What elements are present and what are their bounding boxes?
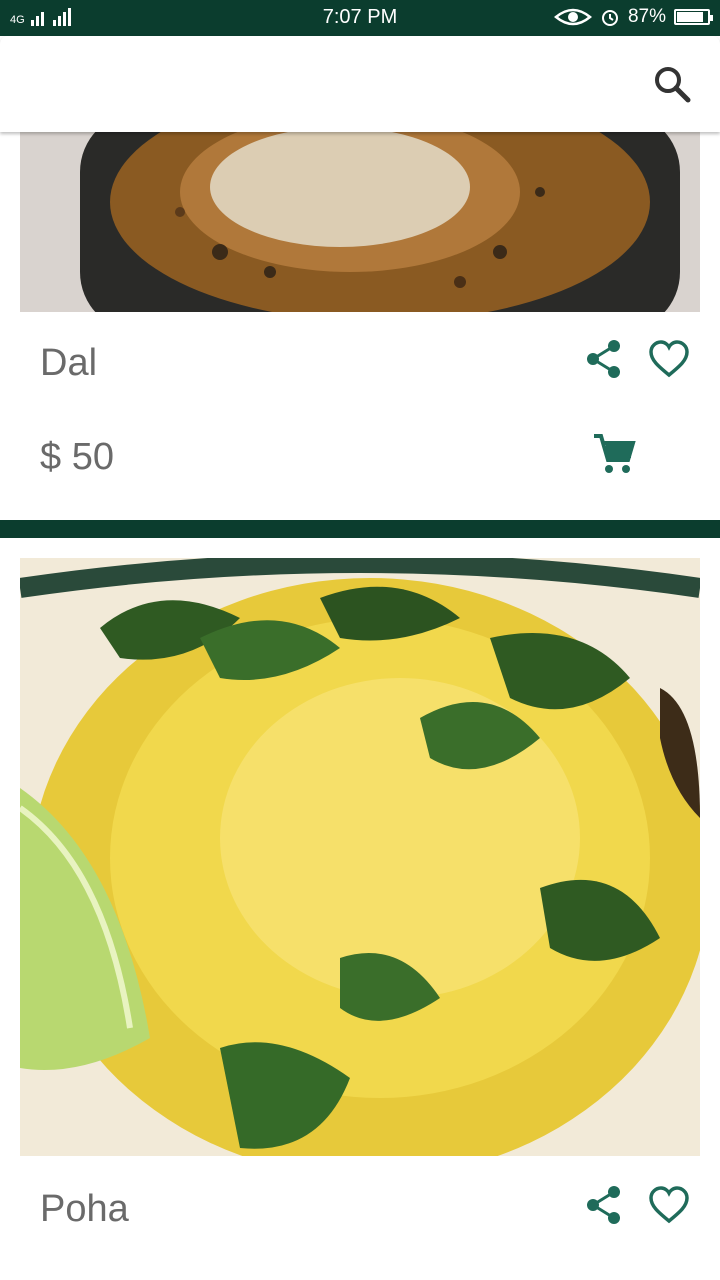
poha-picture <box>20 558 700 1156</box>
search-header <box>0 36 720 132</box>
favorite-icon[interactable] <box>648 1186 690 1224</box>
battery-tip <box>710 15 713 21</box>
food-card-dal[interactable]: Dal $ 50 <box>0 132 720 520</box>
food-card-poha[interactable]: Poha <box>0 538 720 1280</box>
item-name: Dal <box>40 342 98 384</box>
item-price: $ 50 <box>40 436 114 478</box>
dal-image <box>20 132 700 312</box>
eye-icon <box>554 8 592 26</box>
search-icon[interactable] <box>652 64 692 104</box>
item-name: Poha <box>40 1188 129 1230</box>
status-right: 87% <box>554 6 713 28</box>
share-icon[interactable] <box>584 338 624 380</box>
battery-icon <box>674 9 713 25</box>
card-divider <box>0 520 720 538</box>
favorite-icon[interactable] <box>648 340 690 378</box>
battery-percent: 87% <box>627 6 666 27</box>
dal-picture <box>20 132 700 312</box>
share-icon[interactable] <box>584 1184 624 1226</box>
alarm-icon <box>601 10 618 26</box>
status-bar: 4G 7:07 PM 87% <box>0 0 720 36</box>
cart-icon[interactable] <box>592 432 636 476</box>
poha-image <box>20 558 700 1156</box>
battery-fill <box>677 12 703 22</box>
